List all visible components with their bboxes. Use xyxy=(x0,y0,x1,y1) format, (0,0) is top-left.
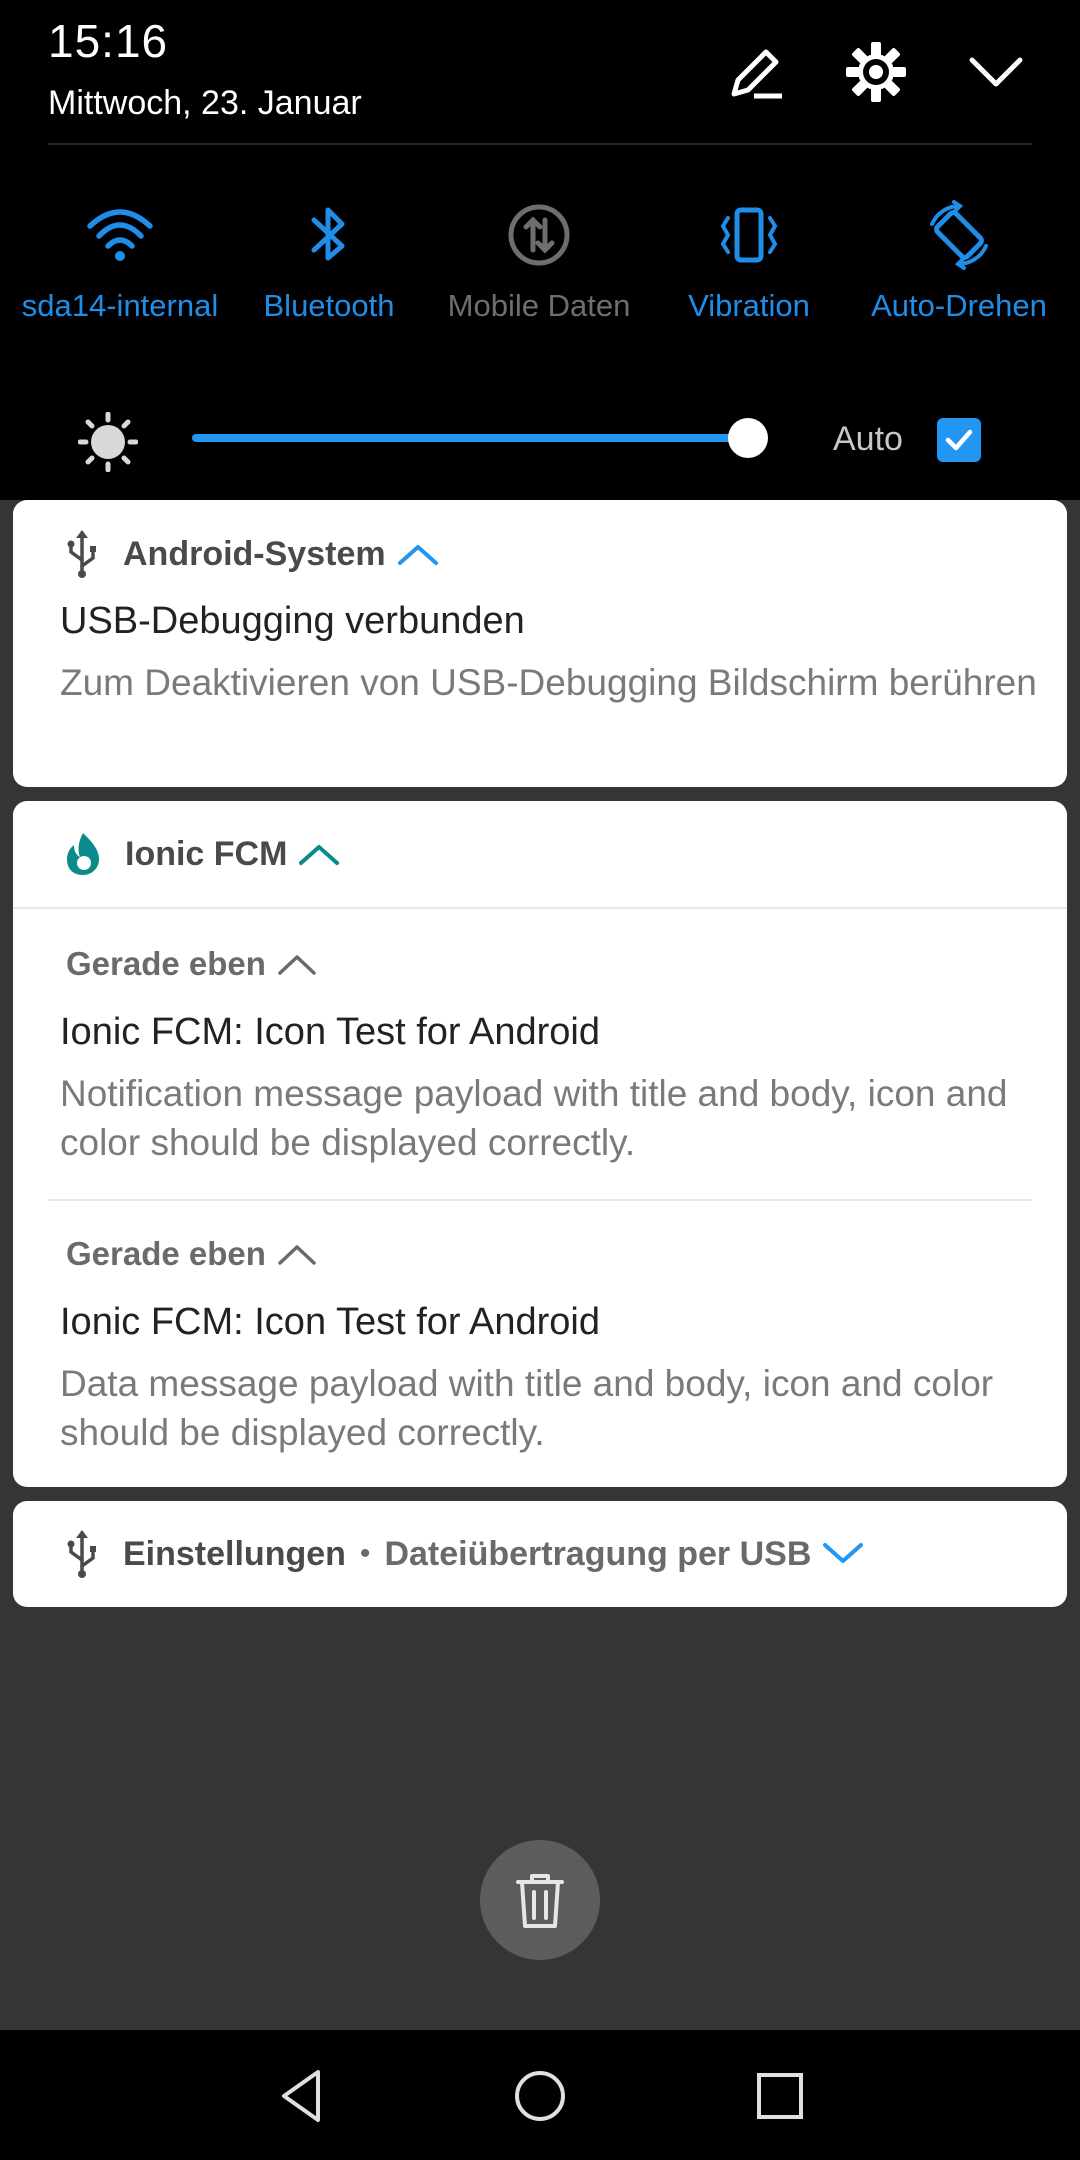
trash-icon xyxy=(516,1874,564,1928)
header-separator: • xyxy=(359,1537,371,1570)
wifi-icon xyxy=(87,209,153,261)
tile-bluetooth-label: Bluetooth xyxy=(263,288,395,323)
notification-header: Einstellungen • Dateiübertragung per USB xyxy=(63,1530,865,1578)
bluetooth-icon xyxy=(311,207,345,261)
brightness-sun-icon xyxy=(77,411,139,477)
auto-rotate-icon xyxy=(930,200,988,270)
header-divider xyxy=(13,907,1067,909)
back-triangle-icon[interactable] xyxy=(272,2066,332,2126)
brightness-slider-track[interactable] xyxy=(192,434,748,442)
home-circle-icon[interactable] xyxy=(510,2066,570,2126)
tile-vibration[interactable]: Vibration xyxy=(649,200,849,324)
auto-brightness-label: Auto xyxy=(833,420,903,458)
notification-header: Ionic FCM xyxy=(63,831,341,877)
notification-body: Zum Deaktivieren von USB-Debugging Bilds… xyxy=(60,662,1037,703)
tile-auto-rotate[interactable]: Auto-Drehen xyxy=(859,200,1059,324)
chevron-up-icon[interactable] xyxy=(276,1241,318,1267)
app-name: Einstellungen xyxy=(123,1534,346,1573)
clear-all-notifications-button[interactable] xyxy=(480,1840,600,1960)
tile-auto-rotate-label: Auto-Drehen xyxy=(871,288,1047,323)
notification-body: Data message payload with title and body… xyxy=(60,1363,994,1453)
clock-time: 15:16 xyxy=(48,15,169,67)
tile-wifi[interactable]: sda14-internal xyxy=(20,200,220,324)
header-divider xyxy=(48,143,1032,145)
checkmark-icon xyxy=(945,429,973,451)
notification-body: Notification message payload with title … xyxy=(60,1073,1008,1163)
notification-header: Android-System xyxy=(63,530,440,578)
auto-brightness-checkbox[interactable] xyxy=(937,418,981,462)
usb-icon xyxy=(67,530,96,578)
chevron-up-icon[interactable] xyxy=(297,839,341,869)
tile-wifi-label: sda14-internal xyxy=(21,288,219,323)
usb-icon xyxy=(67,1530,96,1578)
message-divider xyxy=(48,1199,1032,1201)
settings-gear-icon[interactable] xyxy=(844,40,908,104)
notification-summary: Dateiübertragung per USB xyxy=(384,1534,812,1573)
notification-ionic-fcm[interactable]: Ionic FCM Gerade eben Ionic FCM: Icon Te… xyxy=(13,801,1067,1487)
app-name: Ionic FCM xyxy=(125,834,288,873)
tile-mobile-data-label: Mobile Daten xyxy=(447,288,631,323)
collapse-chevron-down-icon[interactable] xyxy=(964,40,1028,104)
recents-square-icon[interactable] xyxy=(750,2066,810,2126)
quick-settings-panel: 15:16 Mittwoch, 23. Januar sda14-interna… xyxy=(0,0,1080,500)
clock-date[interactable]: Mittwoch, 23. Januar xyxy=(48,84,362,123)
message-time: Gerade eben xyxy=(66,1235,266,1272)
notification-title: Ionic FCM: Icon Test for Android xyxy=(60,1301,600,1343)
notification-android-system[interactable]: Android-System USB-Debugging verbunden Z… xyxy=(13,500,1067,787)
chevron-up-icon[interactable] xyxy=(396,539,440,569)
message-timestamp: Gerade eben xyxy=(66,1235,318,1273)
chevron-down-icon[interactable] xyxy=(821,1539,865,1569)
message-timestamp: Gerade eben xyxy=(66,945,318,983)
notification-settings-usb[interactable]: Einstellungen • Dateiübertragung per USB xyxy=(13,1501,1067,1607)
notification-title: USB-Debugging verbunden xyxy=(60,600,525,642)
notification-title: Ionic FCM: Icon Test for Android xyxy=(60,1011,600,1053)
vibration-icon xyxy=(720,207,778,263)
brightness-slider-handle[interactable] xyxy=(728,418,768,458)
edit-pencil-icon[interactable] xyxy=(724,40,788,104)
app-name: Android-System xyxy=(123,534,386,573)
message-time: Gerade eben xyxy=(66,945,266,982)
tile-vibration-label: Vibration xyxy=(688,288,810,323)
ionic-flame-icon xyxy=(67,833,99,875)
chevron-up-icon[interactable] xyxy=(276,951,318,977)
navigation-bar xyxy=(0,2030,1080,2160)
tile-mobile-data[interactable]: Mobile Daten xyxy=(439,200,639,324)
mobile-data-icon xyxy=(508,204,570,266)
tile-bluetooth[interactable]: Bluetooth xyxy=(229,200,429,324)
